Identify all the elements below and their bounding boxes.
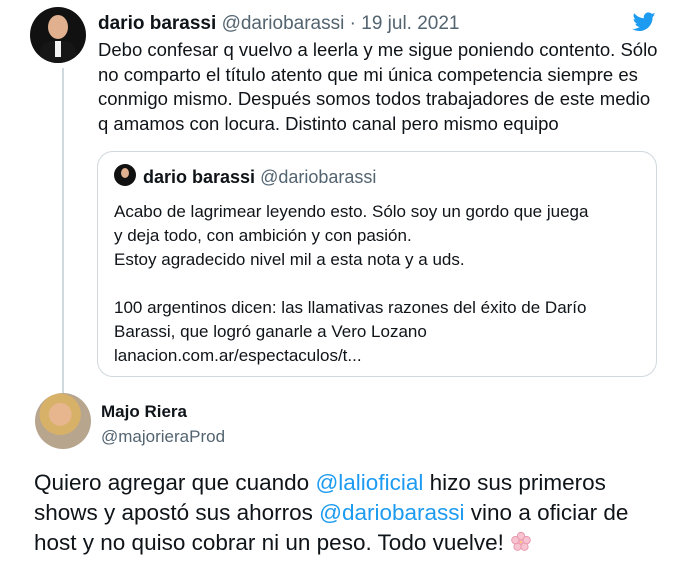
- mention-dariobarassi[interactable]: @dariobarassi: [319, 500, 464, 525]
- quote-line: Estoy agradecido nivel mil a esta nota y…: [114, 250, 465, 269]
- reply-line-1: Quiero agregar que cuando @lalioficial h…: [34, 468, 674, 498]
- author-handle[interactable]: @dariobarassi: [222, 13, 345, 34]
- quote-text: Acabo de lagrimear leyendo esto. Sólo so…: [114, 200, 644, 368]
- article-link[interactable]: lanacion.com.ar/espectaculos/t...: [114, 344, 644, 368]
- author-name[interactable]: dario barassi: [98, 13, 216, 34]
- reply-text-segment: vino a oficiar de: [464, 500, 629, 525]
- reply-avatar[interactable]: [35, 393, 91, 449]
- reply-text-segment: hizo sus primeros: [423, 470, 606, 495]
- quoted-tweet-card[interactable]: dario barassi @dariobarassi Acabo de lag…: [97, 151, 657, 377]
- reply-line-3: host y no quiso cobrar ni un peso. Todo …: [34, 528, 674, 558]
- reply-text: Quiero agregar que cuando @lalioficial h…: [34, 468, 674, 558]
- article-title-line: Barassi, que logró ganarle a Vero Lozano: [114, 322, 427, 341]
- twitter-bird-icon: [632, 12, 656, 31]
- quote-line: y deja todo, con ambición y con pasión.: [114, 226, 412, 245]
- reply-author-name[interactable]: Majo Riera: [101, 401, 187, 423]
- reply-author-handle[interactable]: @majorieraProd: [101, 426, 225, 448]
- quote-blank-line: [114, 272, 644, 296]
- quote-avatar-face: [121, 168, 129, 178]
- avatar-face: [48, 15, 68, 39]
- thread-connector-line: [62, 68, 64, 395]
- reply-text-segment: shows y apostó sus ahorros: [34, 500, 320, 525]
- quote-author-handle: @dariobarassi: [260, 167, 377, 187]
- quote-line: Acabo de lagrimear leyendo esto. Sólo so…: [114, 202, 589, 221]
- quote-avatar: [114, 164, 136, 186]
- tweet-date[interactable]: 19 jul. 2021: [361, 13, 459, 34]
- avatar[interactable]: [30, 7, 86, 63]
- article-title-line: 100 argentinos dicen: las llamativas raz…: [114, 298, 587, 317]
- quote-header: dario barassi @dariobarassi: [143, 166, 376, 188]
- tweet-header: dario barassi @dariobarassi · 19 jul. 20…: [98, 12, 460, 36]
- cherry-blossom-icon: [511, 531, 531, 551]
- reply-line-2: shows y apostó sus ahorros @dariobarassi…: [34, 498, 674, 528]
- quote-author-name: dario barassi: [143, 167, 256, 187]
- tweet-text: Debo confesar q vuelvo a leerla y me sig…: [98, 39, 658, 134]
- mention-lalioficial[interactable]: @lalioficial: [315, 470, 423, 495]
- date-separator: ·: [349, 13, 356, 34]
- avatar-shirt: [55, 41, 61, 57]
- reply-text-segment: host y no quiso cobrar ni un peso. Todo …: [34, 530, 511, 555]
- reply-text-segment: Quiero agregar que cuando: [34, 470, 316, 495]
